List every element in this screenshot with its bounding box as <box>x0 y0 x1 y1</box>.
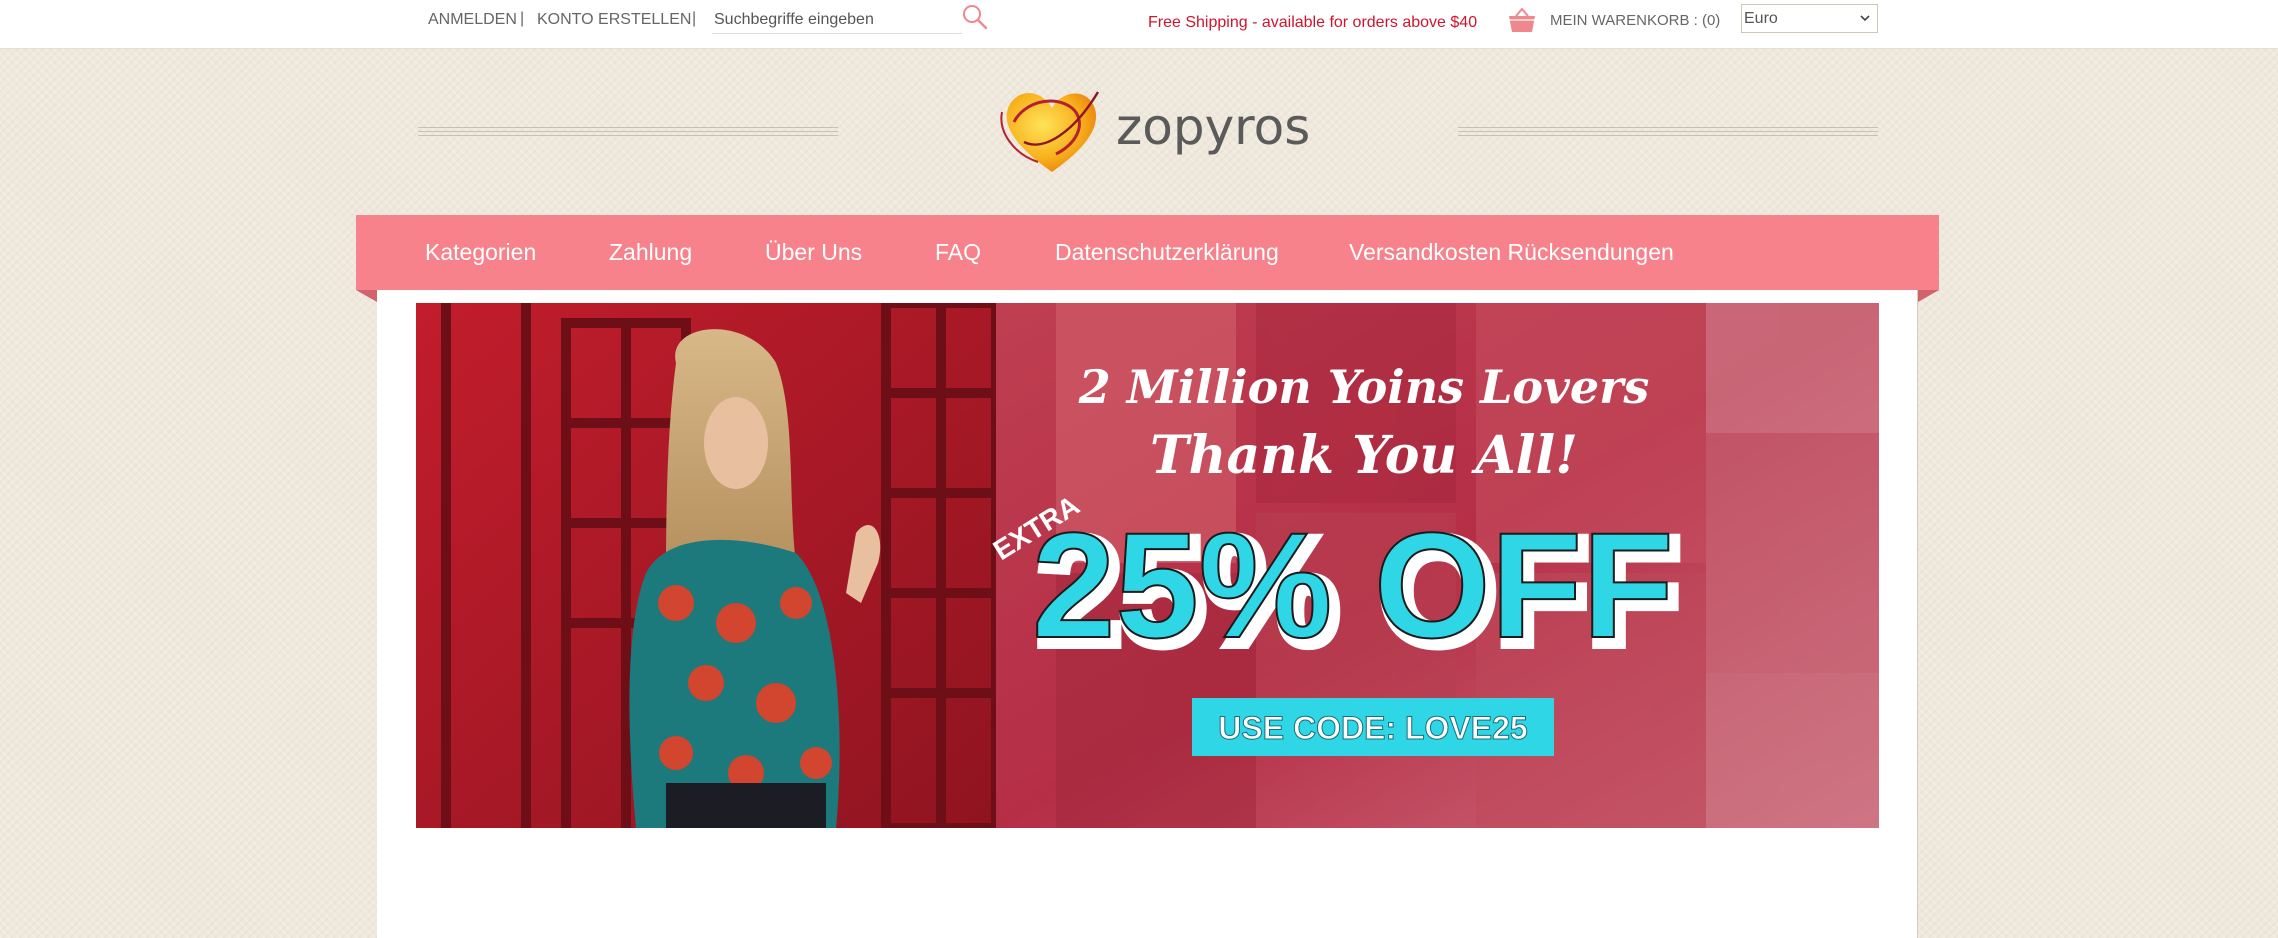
promo-code: USE CODE: LOVE25 <box>1218 710 1527 746</box>
nav-fold-right <box>1918 290 1939 302</box>
main-nav: Kategorien Zahlung Über Uns FAQ Datensch… <box>356 215 1939 290</box>
cart-link[interactable]: MEIN WARENKORB : (0) <box>1550 12 1720 29</box>
banner-headline-line1: 2 Million Yoins Lovers <box>1078 360 1650 414</box>
shipping-notice: Free Shipping - available for orders abo… <box>1148 14 1478 31</box>
nav-item-versandkosten[interactable]: Versandkosten Rücksendungen <box>1349 239 1674 266</box>
separator: | <box>520 10 525 27</box>
nav-item-faq[interactable]: FAQ <box>935 239 981 266</box>
search-button[interactable] <box>960 3 990 33</box>
decorative-lines-right <box>1458 127 1878 137</box>
currency-value: Euro <box>1744 9 1778 27</box>
currency-select[interactable]: Euro <box>1741 4 1878 33</box>
register-link[interactable]: KONTO ERSTELLEN <box>537 11 691 29</box>
promo-banner[interactable]: 2 Million Yoins Lovers Thank You All! EX… <box>416 303 1879 828</box>
top-bar: ANMELDEN | KONTO ERSTELLEN | Free Shippi… <box>0 0 2278 49</box>
login-link[interactable]: ANMELDEN <box>428 11 517 29</box>
decorative-lines-left <box>418 127 838 137</box>
banner-headline-line2: Thank You All! <box>1150 425 1578 486</box>
chevron-down-icon <box>1860 15 1870 22</box>
nav-item-kategorien[interactable]: Kategorien <box>425 239 536 266</box>
search-input[interactable] <box>712 6 962 34</box>
brand-name: zopyros <box>1116 98 1311 156</box>
nav-fold-left <box>356 290 377 302</box>
basket-icon[interactable] <box>1506 6 1538 34</box>
nav-item-datenschutz[interactable]: Datenschutzerklärung <box>1055 239 1279 266</box>
nav-item-ueber-uns[interactable]: Über Uns <box>765 239 862 266</box>
search-icon <box>963 5 988 30</box>
nav-item-zahlung[interactable]: Zahlung <box>609 239 692 266</box>
banner-discount: 25% OFF <box>1032 501 1674 669</box>
separator: | <box>692 10 697 27</box>
